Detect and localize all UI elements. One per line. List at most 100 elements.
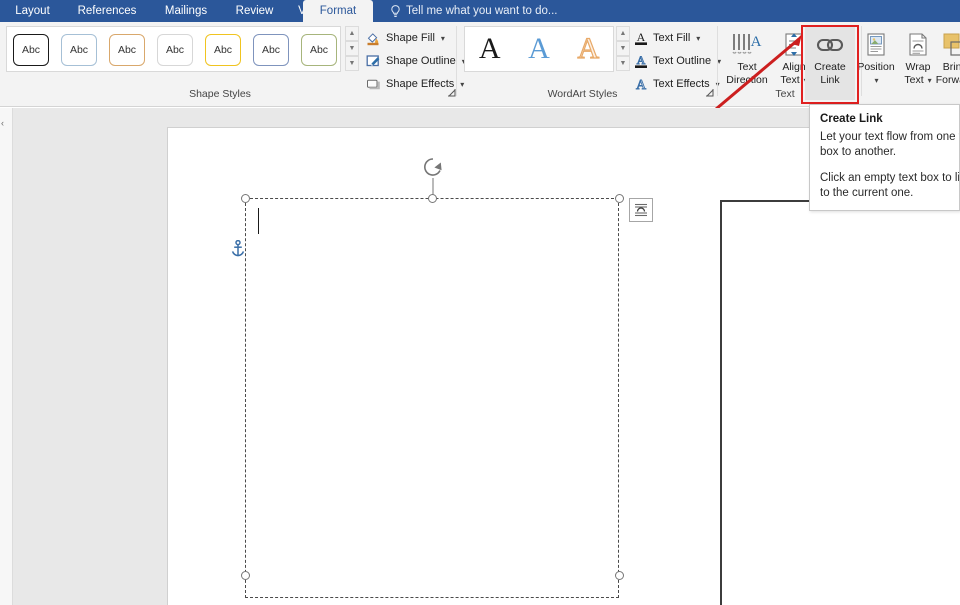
chevron-down-icon[interactable]: ▾ [441,34,445,43]
text-outline-label: Text Outline [653,55,712,67]
align-text-label-line1: Align [782,61,806,73]
wordart-styles-dialog-launcher[interactable] [705,88,715,98]
resize-handle-top-center[interactable] [428,194,437,203]
tab-layout[interactable]: Layout [0,0,65,22]
wrap-text-label-line1: Wrap [905,61,931,73]
shape-style-2-label: Abc [69,44,89,56]
shape-style-4-label: Abc [165,44,185,56]
text-fill-icon: A [634,30,648,46]
selected-text-box[interactable] [245,198,619,598]
tooltip-paragraph-2: Click an empty text box to link it to th… [820,172,960,199]
ribbon-tab-bar: Layout References Mailings Review View F… [0,0,960,22]
tell-me-search[interactable]: Tell me what you want to do... [390,0,558,22]
word-window: Layout References Mailings Review View F… [0,0,960,605]
shape-outline-label: Shape Outline [386,55,456,67]
shape-effects-label: Shape Effects [386,78,455,90]
bring-forward-label-line2: Forward [935,73,960,86]
layout-options-icon[interactable] [629,198,653,222]
position-icon [863,29,889,61]
tooltip-paragraph-1: Let your text flow from one text box to … [820,131,959,158]
tooltip-spacer [820,160,959,171]
wrap-text-icon [905,29,931,61]
text-direction-label-line1: Text [737,61,757,73]
shape-fill-label: Shape Fill [386,32,435,44]
text-direction-label-line2: Direction [726,73,768,86]
left-rail: ‹ [0,108,13,605]
text-outline-button[interactable]: A Text Outline ▾ [634,52,721,70]
shape-style-2[interactable]: Abc [61,34,97,66]
create-link-tooltip: Create Link Let your text flow from one … [809,104,960,211]
resize-handle-top-left[interactable] [241,194,250,203]
svg-text:A: A [751,34,762,50]
tab-format[interactable]: Format [303,0,373,22]
text-direction-icon: A [731,29,763,61]
wrap-text-label-line2: Text ▾ [904,73,932,86]
svg-text:A: A [637,30,646,44]
paint-bucket-icon [366,31,381,46]
shape-styles-gallery[interactable]: Abc Abc Abc Abc Abc Abc Abc [6,26,341,72]
tab-review[interactable]: Review [223,0,286,22]
wordart-styles-gallery[interactable]: A A A [464,26,614,72]
shape-outline-button[interactable]: Shape Outline ▾ [366,52,466,70]
chevron-down-icon[interactable]: ▾ [874,75,878,87]
group-label-wordart-styles: WordArt Styles [547,88,618,100]
position-button[interactable]: Position ▾ [852,25,900,100]
shape-style-1[interactable]: Abc [13,34,49,66]
collapse-ribbon-icon[interactable]: ‹ [1,117,10,129]
shape-style-6-label: Abc [261,44,281,56]
bring-forward-label-line1: Bring [942,61,960,73]
shape-style-5-label: Abc [213,44,233,56]
shape-styles-scroll-up-button[interactable]: ▲ [345,26,359,41]
resize-handle-top-right[interactable] [615,194,624,203]
shape-style-7[interactable]: Abc [301,34,337,66]
pen-outline-icon [366,54,381,69]
bring-forward-button[interactable]: Bring Forward [935,25,960,100]
tab-references[interactable]: References [65,0,149,22]
shape-styles-scroll-buttons: ▲ ▼ ▼ [345,26,359,72]
target-text-box[interactable] [720,200,960,605]
bring-forward-icon [942,29,960,61]
resize-handle-middle-right[interactable] [615,571,624,580]
group-label-shape-styles: Shape Styles [189,88,251,100]
position-label-line1: Position [857,61,895,73]
text-insertion-caret [258,208,259,234]
shape-style-3-label: Abc [117,44,137,56]
text-fill-button[interactable]: A Text Fill ▾ [634,29,700,47]
align-text-icon [781,29,807,61]
wordart-style-2[interactable]: A [528,34,550,64]
shape-style-1-label: Abc [21,44,41,56]
wordart-styles-scroll-buttons: ▲ ▼ ▼ [616,26,630,72]
object-anchor-icon [231,239,245,258]
chevron-down-icon[interactable]: ▾ [460,80,464,89]
text-fill-label: Text Fill [653,32,691,44]
shape-style-5[interactable]: Abc [205,34,241,66]
shape-style-4[interactable]: Abc [157,34,193,66]
group-label-text: Text [775,88,795,100]
shape-effects-icon [366,77,381,92]
lightbulb-icon [390,4,401,18]
tell-me-label: Tell me what you want to do... [406,5,558,17]
wordart-scroll-down-button[interactable]: ▼ [616,41,630,56]
wordart-style-3[interactable]: A [577,33,600,64]
wordart-more-button[interactable]: ▼ [616,56,630,71]
chain-link-icon [814,29,846,61]
wordart-scroll-up-button[interactable]: ▲ [616,26,630,41]
svg-text:A: A [637,53,646,67]
shape-styles-scroll-down-button[interactable]: ▼ [345,41,359,56]
wordart-style-1[interactable]: A [479,34,501,64]
align-text-label-line2: Text ▾ [780,74,807,87]
create-link-label-line1: Create [814,61,846,73]
group-separator-1 [456,26,457,96]
ribbon: Abc Abc Abc Abc Abc Abc Abc ▲ ▼ ▼ Shape … [0,22,960,107]
text-outline-icon: A [634,53,648,69]
tab-mailings[interactable]: Mailings [149,0,223,22]
chevron-down-icon[interactable]: ▾ [928,76,932,85]
resize-handle-middle-left[interactable] [241,571,250,580]
chevron-down-icon[interactable]: ▾ [696,34,700,43]
shape-styles-more-button[interactable]: ▼ [345,56,359,71]
shape-style-6[interactable]: Abc [253,34,289,66]
shape-fill-button[interactable]: Shape Fill ▾ [366,29,445,47]
shape-style-7-label: Abc [309,44,329,56]
tooltip-title: Create Link [820,113,883,125]
shape-style-3[interactable]: Abc [109,34,145,66]
